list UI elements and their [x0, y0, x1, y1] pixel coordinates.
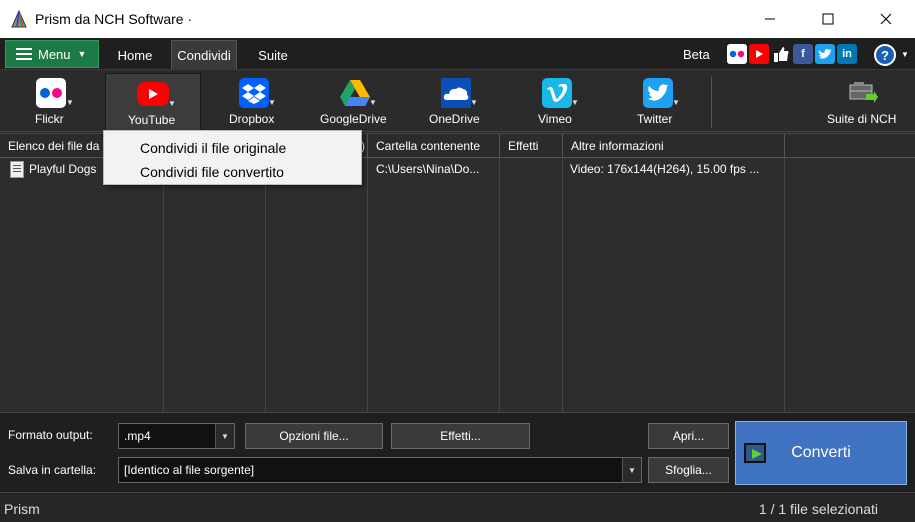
hamburger-icon	[16, 48, 32, 60]
status-app-name: Prism	[4, 501, 40, 517]
file-options-button[interactable]: Opzioni file...	[245, 423, 383, 449]
onedrive-icon	[441, 78, 471, 108]
column-divider	[367, 158, 368, 412]
suite-nch-label: Suite di NCH	[827, 112, 897, 126]
column-divider	[499, 158, 500, 412]
save-in-value: [Identico al file sorgente]	[124, 463, 255, 477]
output-format-select[interactable]: .mp4 ▼	[118, 423, 235, 449]
youtube-label: YouTube	[128, 113, 176, 127]
dropbox-label: Dropbox	[229, 112, 275, 126]
maximize-icon	[822, 13, 834, 25]
onedrive-button[interactable]: ▼ OneDrive	[408, 73, 504, 131]
chevron-down-icon: ▼	[168, 99, 176, 108]
chevron-down-icon: ▼	[215, 424, 234, 448]
flickr-label: Flickr	[35, 112, 64, 126]
prism-app-icon	[11, 9, 27, 28]
onedrive-label: OneDrive	[429, 112, 480, 126]
vimeo-icon	[542, 78, 572, 108]
minimize-icon	[765, 18, 775, 20]
output-format-label: Formato output:	[8, 428, 93, 442]
help-icon[interactable]: ?	[874, 44, 896, 66]
chevron-down-icon: ▼	[622, 458, 641, 482]
vimeo-button[interactable]: ▼ Vimeo	[509, 73, 605, 131]
share-toolbar: ▼ Flickr ▼ YouTube ▼ Dropbox ▼ GoogleDri…	[0, 70, 915, 132]
column-divider	[163, 158, 164, 412]
maximize-button[interactable]	[799, 0, 857, 38]
google-drive-label: GoogleDrive	[320, 112, 387, 126]
browse-button[interactable]: Sfoglia...	[648, 457, 729, 483]
output-format-value: .mp4	[124, 429, 151, 443]
status-selection-count: 1 / 1 file selezionati	[758, 501, 878, 517]
twitter-icon	[643, 78, 673, 108]
suite-nch-button[interactable]: Suite di NCH	[815, 73, 911, 131]
google-drive-button[interactable]: ▼ GoogleDrive	[307, 73, 403, 131]
chevron-down-icon: ▼	[571, 98, 579, 107]
tab-condividi[interactable]: Condividi	[171, 40, 237, 70]
twitter-icon[interactable]	[815, 44, 835, 64]
tab-suite[interactable]: Suite	[245, 40, 301, 70]
window-title: Prism da NCH Software ·	[35, 11, 193, 27]
twitter-label: Twitter	[637, 112, 673, 126]
close-icon	[880, 13, 892, 25]
youtube-share-menu: Condividi il file originale Condividi fi…	[103, 130, 362, 185]
like-icon[interactable]	[771, 44, 791, 64]
effects-button[interactable]: Effetti...	[391, 423, 530, 449]
linkedin-icon[interactable]: in	[837, 44, 857, 64]
column-divider	[784, 158, 785, 412]
flickr-icon	[36, 78, 66, 108]
share-converted-menu-item[interactable]: Condividi file convertito	[140, 164, 284, 180]
chevron-down-icon: ▼	[369, 98, 377, 107]
chevron-down-icon: ▼	[66, 98, 74, 107]
convert-icon	[744, 443, 766, 463]
dropbox-button[interactable]: ▼ Dropbox	[206, 73, 302, 131]
file-name[interactable]: Playful Dogs	[29, 162, 96, 176]
vimeo-label: Vimeo	[538, 112, 572, 126]
column-header-effects[interactable]: Effetti	[500, 134, 563, 158]
column-header-info[interactable]: Altre informazioni	[563, 134, 785, 158]
youtube-button[interactable]: ▼ YouTube	[105, 73, 201, 131]
title-bar: Prism da NCH Software ·	[0, 0, 915, 38]
toolbar-separator	[711, 76, 712, 128]
tab-home[interactable]: Home	[106, 40, 164, 70]
dropbox-icon	[239, 78, 269, 108]
flickr-icon[interactable]	[727, 44, 747, 64]
minimize-button[interactable]	[741, 0, 799, 38]
output-panel: Formato output: .mp4 ▼ Opzioni file... E…	[0, 412, 915, 492]
youtube-icon	[137, 82, 169, 106]
beta-label: Beta	[683, 47, 710, 62]
chevron-down-icon[interactable]: ▼	[901, 50, 909, 59]
social-icons: f in	[727, 44, 857, 64]
chevron-down-icon: ▼	[268, 98, 276, 107]
menu-button[interactable]: Menu ▼	[5, 40, 99, 68]
save-in-label: Salva in cartella:	[8, 463, 97, 477]
youtube-icon[interactable]	[749, 44, 769, 64]
file-folder: C:\Users\Nina\Do...	[376, 162, 480, 176]
suite-icon	[848, 78, 878, 108]
column-divider	[265, 158, 266, 412]
save-in-folder-select[interactable]: [Identico al file sorgente] ▼	[118, 457, 642, 483]
column-divider	[562, 158, 563, 412]
file-icon	[10, 161, 24, 178]
facebook-icon[interactable]: f	[793, 44, 813, 64]
chevron-down-icon: ▼	[672, 98, 680, 107]
close-button[interactable]	[857, 0, 915, 38]
chevron-down-icon: ▼	[470, 98, 478, 107]
flickr-button[interactable]: ▼ Flickr	[4, 73, 98, 131]
twitter-button[interactable]: ▼ Twitter	[610, 73, 706, 131]
convert-button[interactable]: Converti	[735, 421, 907, 485]
convert-label: Converti	[791, 444, 851, 461]
column-header-folder[interactable]: Cartella contenente	[368, 134, 500, 158]
google-drive-icon	[340, 78, 370, 108]
open-button[interactable]: Apri...	[648, 423, 729, 449]
chevron-down-icon: ▼	[77, 49, 87, 59]
menu-label: Menu	[38, 46, 71, 62]
status-bar: Prism 1 / 1 file selezionati	[0, 492, 915, 522]
share-original-menu-item[interactable]: Condividi il file originale	[140, 140, 286, 156]
file-info: Video: 176x144(H264), 15.00 fps ...	[570, 162, 760, 176]
